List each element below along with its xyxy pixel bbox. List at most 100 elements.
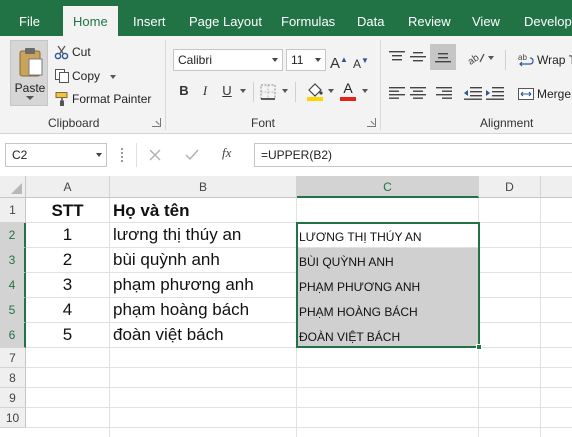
tab-file[interactable]: File — [19, 0, 40, 36]
row-header-5[interactable]: 5 — [0, 298, 26, 323]
cell-a5[interactable]: 4 — [27, 299, 108, 321]
format-painter-label: Format Painter — [72, 92, 152, 106]
fill-handle[interactable] — [476, 344, 482, 350]
chevron-down-icon[interactable] — [26, 96, 34, 100]
row-header-4[interactable]: 4 — [0, 273, 26, 298]
tab-review[interactable]: Review — [408, 0, 451, 36]
align-center-icon[interactable] — [410, 86, 426, 100]
orientation-icon[interactable]: ab — [466, 48, 486, 66]
column-header-a[interactable]: A — [26, 176, 110, 198]
underline-button[interactable]: U — [218, 82, 236, 100]
gridline — [26, 367, 572, 368]
cell-a2[interactable]: 1 — [27, 224, 108, 246]
worksheet-grid[interactable]: A B C D 1 2 3 4 5 6 7 8 9 10 STT Họ và t… — [0, 176, 572, 437]
font-size-value: 11 — [291, 53, 304, 67]
font-color-button[interactable]: A — [339, 80, 357, 102]
cell-b1[interactable]: Họ và tên — [110, 200, 296, 222]
increase-indent-icon[interactable] — [486, 86, 504, 100]
italic-button[interactable]: I — [196, 82, 214, 100]
row-header-3[interactable]: 3 — [0, 248, 26, 273]
ribbon: Paste Cut Copy Format Painter Clipboard … — [0, 36, 572, 134]
column-header-b[interactable]: B — [110, 176, 297, 198]
insert-function-icon[interactable]: fx — [222, 145, 231, 161]
row-header-2[interactable]: 2 — [0, 223, 26, 248]
align-top-icon[interactable] — [389, 50, 405, 64]
tab-view[interactable]: View — [472, 0, 500, 36]
selection-border — [296, 222, 480, 348]
bold-button[interactable]: B — [175, 82, 193, 100]
clipboard-launcher-icon[interactable] — [152, 118, 161, 127]
chevron-down-icon — [272, 58, 278, 62]
cancel-icon[interactable] — [148, 148, 162, 162]
align-right-icon[interactable] — [436, 86, 452, 100]
divider — [136, 143, 137, 167]
cell-b5[interactable]: phạm hoàng bách — [110, 299, 296, 321]
decrease-indent-icon[interactable] — [464, 86, 482, 100]
cell-b6[interactable]: đoàn việt bách — [110, 324, 296, 346]
chevron-down-icon[interactable] — [362, 89, 368, 93]
gridline — [26, 387, 572, 388]
row-header-9[interactable]: 9 — [0, 388, 26, 408]
cell-a3[interactable]: 2 — [27, 249, 108, 271]
scissors-icon — [54, 45, 69, 60]
cell-b2[interactable]: lương thị thúy an — [110, 224, 296, 246]
chevron-down-icon[interactable] — [328, 89, 334, 93]
chevron-down-icon[interactable] — [110, 75, 116, 79]
enter-check-icon[interactable] — [185, 148, 199, 162]
column-header-e[interactable] — [541, 176, 572, 198]
cut-label: Cut — [72, 45, 91, 59]
row-header-8[interactable]: 8 — [0, 368, 26, 388]
paste-label: Paste — [14, 81, 46, 95]
alignment-group-label: Alignment — [480, 116, 534, 130]
gridline — [26, 407, 572, 408]
tab-page-layout[interactable]: Page Layout — [189, 0, 262, 36]
align-left-icon[interactable] — [389, 86, 405, 100]
row-header-6[interactable]: 6 — [0, 323, 26, 348]
tab-data[interactable]: Data — [357, 0, 384, 36]
chevron-down-icon[interactable] — [96, 153, 102, 157]
tab-insert[interactable]: Insert — [133, 0, 166, 36]
font-name-select[interactable]: Calibri — [173, 49, 283, 71]
align-bottom-button[interactable] — [430, 44, 456, 70]
grow-font-button[interactable]: A▲ — [330, 51, 348, 72]
divider — [295, 82, 296, 102]
font-color-swatch — [340, 97, 356, 101]
row-header-1[interactable]: 1 — [0, 198, 26, 223]
resize-handle[interactable] — [121, 148, 124, 162]
formula-input[interactable]: =UPPER(B2) — [254, 143, 572, 167]
clipboard-icon — [19, 48, 43, 77]
font-size-select[interactable]: 11 — [286, 49, 326, 71]
clipboard-group-label: Clipboard — [48, 116, 100, 130]
row-header-10[interactable]: 10 — [0, 408, 26, 428]
font-name-value: Calibri — [178, 53, 213, 67]
font-launcher-icon[interactable] — [367, 118, 376, 127]
shrink-font-button[interactable]: A▼ — [352, 52, 370, 71]
fill-color-icon[interactable] — [305, 81, 325, 101]
cell-a4[interactable]: 3 — [27, 274, 108, 296]
tab-home[interactable]: Home — [63, 6, 118, 36]
column-header-d[interactable]: D — [479, 176, 541, 198]
cell-b3[interactable]: bùi quỳnh anh — [110, 249, 296, 271]
chevron-down-icon[interactable] — [282, 89, 288, 93]
ribbon-tab-bar: File Home Insert Page Layout Formulas Da… — [0, 0, 572, 36]
tab-developer[interactable]: Develope — [524, 0, 572, 36]
borders-icon[interactable] — [259, 83, 277, 101]
cell-a6[interactable]: 5 — [27, 324, 108, 346]
column-header-c[interactable]: C — [297, 176, 479, 198]
tab-formulas[interactable]: Formulas — [281, 0, 335, 36]
chevron-down-icon[interactable] — [240, 89, 246, 93]
cell-b4[interactable]: phạm phương anh — [110, 274, 296, 296]
gridline — [540, 198, 541, 437]
paste-button[interactable]: Paste — [10, 40, 48, 106]
merge-label: Merge — [537, 87, 572, 101]
align-middle-icon[interactable] — [410, 50, 426, 64]
copy-label: Copy — [72, 69, 101, 83]
row-header-7[interactable]: 7 — [0, 348, 26, 368]
cell-a1[interactable]: STT — [27, 200, 108, 222]
group-divider — [380, 40, 381, 130]
font-color-icon: A — [343, 80, 353, 96]
merge-cells-icon — [518, 88, 534, 100]
name-box[interactable]: C2 — [5, 143, 107, 167]
select-all-button[interactable] — [0, 176, 26, 198]
chevron-down-icon[interactable] — [488, 56, 494, 60]
